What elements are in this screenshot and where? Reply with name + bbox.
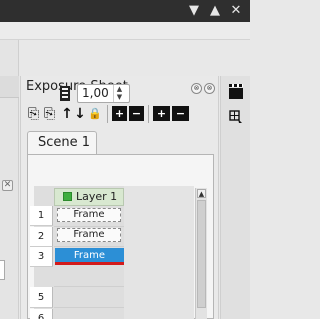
panel-title-buttons: ⊗ ⊗ [189,80,215,94]
add-folder-icon[interactable]: + [153,106,170,121]
move-up-icon[interactable]: ↑ [61,105,73,123]
float-icon[interactable]: ⊗ [191,83,202,94]
row-number[interactable]: 5 [30,288,53,308]
add-frame-icon[interactable]: ⎘ [26,105,41,123]
vertical-scrollbar[interactable]: ▲ [195,188,207,319]
row-divider [54,307,124,308]
frame-cell-selected[interactable]: Frame [55,248,124,263]
layer-color-swatch [63,192,72,201]
remove-folder-icon[interactable]: − [172,106,189,121]
row-number[interactable]: 3 [30,247,53,267]
grid-icon[interactable] [229,110,243,124]
menu-bar [0,22,250,40]
clapperboard-icon[interactable] [229,84,243,99]
empty-column-area [124,186,194,319]
toolbar-separator [148,105,149,123]
frame-cell[interactable]: Frame [57,208,121,222]
row-number[interactable]: 6 [30,309,53,319]
lock-icon[interactable]: 🔒 [88,105,102,123]
scroll-up-icon[interactable]: ▲ [197,189,206,198]
row-divider [54,286,124,287]
close-icon[interactable]: ✕ [2,180,13,191]
window-titlebar: ▼ ▲ ✕ [0,0,250,22]
chevron-down-icon[interactable]: ▼ [114,93,125,101]
remove-icon[interactable]: − [129,106,144,121]
move-down-icon[interactable]: ↓ [74,105,86,123]
left-dock-panel: ✕ [0,40,19,319]
tab-scene-1[interactable]: Scene 1 [27,131,97,154]
chevron-up-icon[interactable]: ▲ [114,85,125,93]
row-divider [54,246,124,247]
layer-name: Layer 1 [76,190,118,203]
row-number[interactable]: 2 [30,227,53,247]
left-panel-header [0,76,19,98]
row-divider [54,226,124,227]
frame-rate-stepper[interactable]: ▲ ▼ [113,85,125,102]
chevron-down-icon[interactable]: ▼ [186,3,202,19]
left-panel-field[interactable] [0,260,5,280]
scrollbar-thumb[interactable] [197,200,206,308]
close-icon[interactable]: ✕ [228,3,244,19]
film-strip-icon [60,86,70,101]
chevron-up-icon[interactable]: ▲ [207,3,223,19]
frame-rate-value: 1,00 [82,86,109,100]
insert-frames-icon[interactable]: ⎘ [42,105,57,123]
right-dock-toolbar [220,76,250,319]
toolbar-separator [107,105,108,123]
layer-header[interactable]: Layer 1 [54,188,124,206]
current-frame-marker [55,262,124,265]
add-icon[interactable]: + [112,106,127,121]
frame-cell[interactable]: Frame [57,228,121,242]
close-icon[interactable]: ⊗ [204,83,215,94]
row-number[interactable]: 1 [30,206,53,226]
